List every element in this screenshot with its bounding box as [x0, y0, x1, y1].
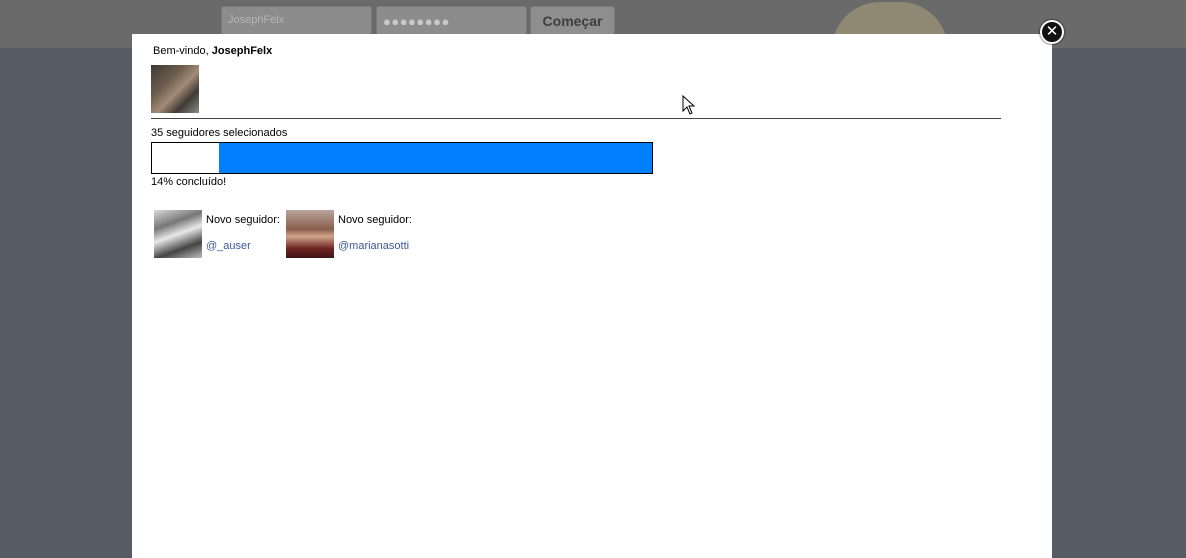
close-icon[interactable]: ✕ — [1040, 20, 1064, 44]
new-follower-label: Novo seguidor: — [206, 214, 280, 226]
start-button[interactable]: Começar — [530, 6, 615, 35]
selected-followers-count: 35 seguidores selecionados — [151, 127, 288, 139]
divider — [151, 118, 1001, 119]
password-input[interactable]: ●●●●●●●● — [376, 6, 527, 35]
progress-bar-fill — [218, 143, 652, 173]
follower-avatar[interactable] — [154, 210, 202, 258]
follower-handle-link[interactable]: @_auser — [206, 240, 251, 252]
progress-bar — [151, 142, 653, 174]
welcome-prefix: Bem-vindo, — [153, 45, 212, 57]
follower-avatar[interactable] — [286, 210, 334, 258]
progress-modal — [132, 34, 1052, 558]
follower-handle-link[interactable]: @marianasotti — [338, 240, 409, 252]
welcome-username: JosephFelx — [211, 45, 273, 57]
mouse-cursor-icon — [682, 95, 696, 115]
progress-percent-text: 14% concluído! — [151, 176, 227, 188]
new-follower-label: Novo seguidor: — [338, 214, 412, 226]
username-input[interactable]: JosephFelx — [221, 6, 372, 35]
user-avatar — [151, 65, 199, 113]
welcome-text: Bem-vindo, JosephFelx — [153, 45, 272, 57]
